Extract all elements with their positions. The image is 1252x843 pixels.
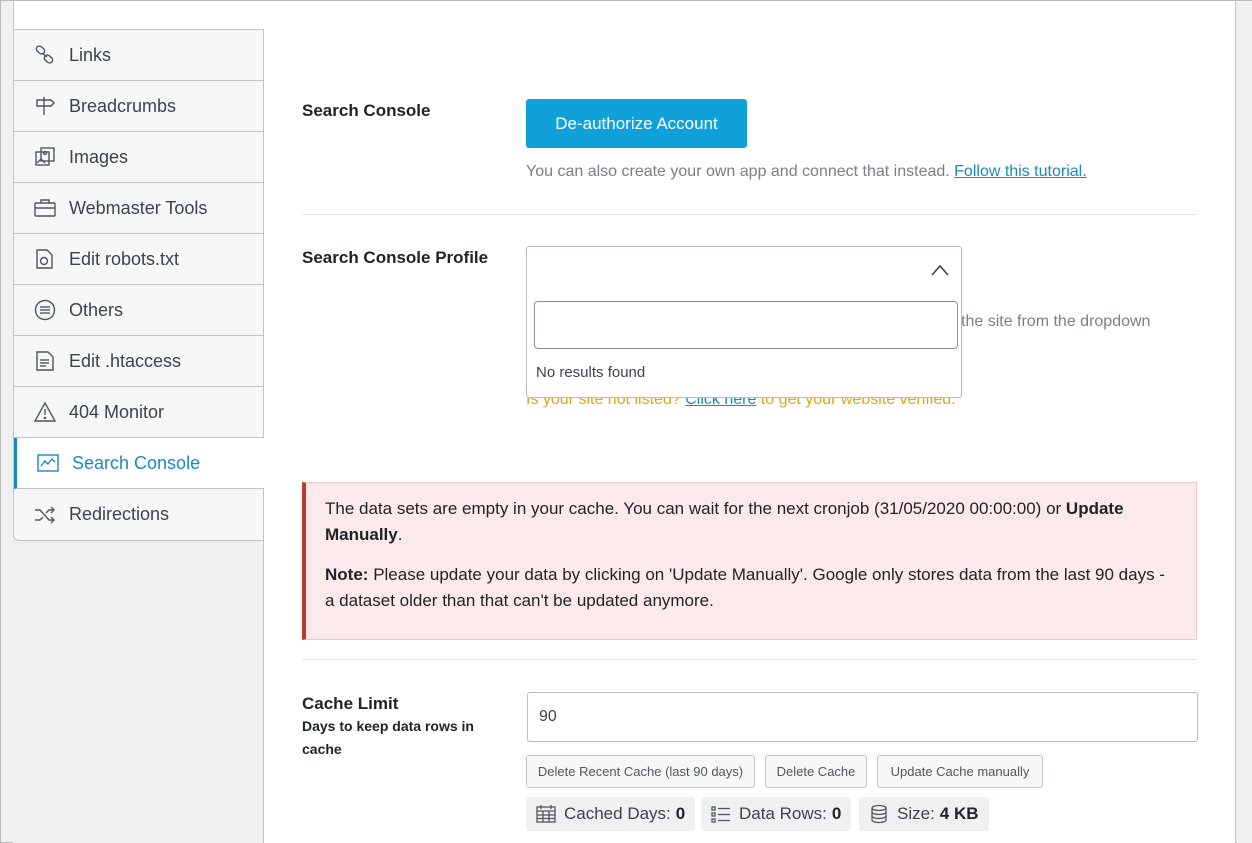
size-value: 4 KB <box>939 804 979 823</box>
cached-days-value: 0 <box>675 804 686 823</box>
help-text: You can also create your own app and con… <box>526 163 950 180</box>
chevron-up-icon <box>931 264 949 276</box>
profile-select[interactable] <box>526 246 962 296</box>
sidebar-filler <box>13 537 264 843</box>
link-icon <box>34 44 56 66</box>
sidebar-item-breadcrumbs[interactable]: Breadcrumbs <box>14 81 263 132</box>
file-icon <box>34 350 56 372</box>
tutorial-link[interactable]: Follow this tutorial. <box>954 163 1087 180</box>
note-text: Please update your data by clicking on '… <box>325 565 1165 610</box>
settings-sidebar: Links Breadcrumbs Images Webmaster Tools… <box>13 29 264 541</box>
note-label: Note: <box>325 565 369 584</box>
size-label: Size: <box>897 804 935 823</box>
cache-limit-label: Cache Limit <box>302 694 399 713</box>
list-icon <box>711 804 731 824</box>
sidebar-item-search-console[interactable]: Search Console <box>14 438 264 489</box>
no-results-text: No results found <box>536 364 646 381</box>
divider <box>302 659 1197 660</box>
chart-icon <box>37 452 59 474</box>
sidebar-item-edit-robots[interactable]: Edit robots.txt <box>14 234 263 285</box>
sidebar-item-webmaster-tools[interactable]: Webmaster Tools <box>14 183 263 234</box>
sidebar-item-label: Search Console <box>72 452 201 473</box>
cached-days-label: Cached Days: <box>564 804 671 823</box>
data-rows-value: 0 <box>831 804 842 823</box>
warning-icon <box>34 401 56 423</box>
right-gutter <box>1237 1 1252 843</box>
sidebar-item-edit-htaccess[interactable]: Edit .htaccess <box>14 336 263 387</box>
sidebar-item-label: Edit robots.txt <box>69 248 180 269</box>
sidebar-item-label: Redirections <box>69 504 170 524</box>
cache-limit-description: Days to keep data rows in cache <box>302 718 474 757</box>
notice-message: The data sets are empty in your cache. Y… <box>325 496 1176 548</box>
sidebar-item-label: 404 Monitor <box>69 401 165 422</box>
notice-note: Note: Please update your data by clickin… <box>325 562 1176 614</box>
data-rows-stat: Data Rows: 0 <box>701 797 852 831</box>
cached-days-stat: Cached Days: 0 <box>526 797 696 831</box>
search-console-label: Search Console <box>302 101 431 120</box>
delete-cache-button[interactable]: Delete Cache <box>765 755 867 788</box>
deauthorize-account-button[interactable]: De-authorize Account <box>526 99 747 148</box>
notice-period: . <box>397 525 403 544</box>
sidebar-item-label: Images <box>69 146 129 167</box>
profile-dropdown: No results found <box>526 295 962 398</box>
data-rows-label: Data Rows: <box>739 804 827 823</box>
robot-file-icon <box>34 248 56 270</box>
delete-recent-cache-button[interactable]: Delete Recent Cache (last 90 days) <box>526 755 755 788</box>
search-console-help: You can also create your own app and con… <box>526 163 1087 181</box>
sidebar-item-label: Webmaster Tools <box>69 197 208 218</box>
sidebar-item-label: Edit .htaccess <box>69 350 182 371</box>
divider <box>302 214 1197 215</box>
profile-help-text: the site from the dropdown <box>961 313 1151 330</box>
cache-limit-input[interactable]: 90 <box>527 692 1198 742</box>
images-icon <box>34 146 56 168</box>
profile-search-input[interactable] <box>534 301 958 349</box>
sidebar-item-redirections[interactable]: Redirections <box>14 489 263 540</box>
sidebar-item-label: Links <box>69 44 112 65</box>
sidebar-item-links[interactable]: Links <box>14 30 263 81</box>
shuffle-icon <box>34 504 56 526</box>
notice-text: The data sets are empty in your cache. Y… <box>325 499 1062 518</box>
size-stat: Size: 4 KB <box>859 797 989 831</box>
database-icon <box>869 804 889 824</box>
sidebar-item-label: Others <box>69 299 124 320</box>
signpost-icon <box>34 95 56 117</box>
calendar-icon <box>536 804 556 824</box>
list-circle-icon <box>34 299 56 321</box>
sidebar-item-others[interactable]: Others <box>14 285 263 336</box>
sidebar-item-label: Breadcrumbs <box>69 95 177 116</box>
sidebar-item-404-monitor[interactable]: 404 Monitor <box>14 387 263 438</box>
cache-empty-notice: The data sets are empty in your cache. Y… <box>302 482 1197 640</box>
update-cache-manually-button[interactable]: Update Cache manually <box>877 755 1043 788</box>
sidebar-item-images[interactable]: Images <box>14 132 263 183</box>
toolbox-icon <box>34 197 56 219</box>
search-console-profile-label: Search Console Profile <box>302 248 489 267</box>
